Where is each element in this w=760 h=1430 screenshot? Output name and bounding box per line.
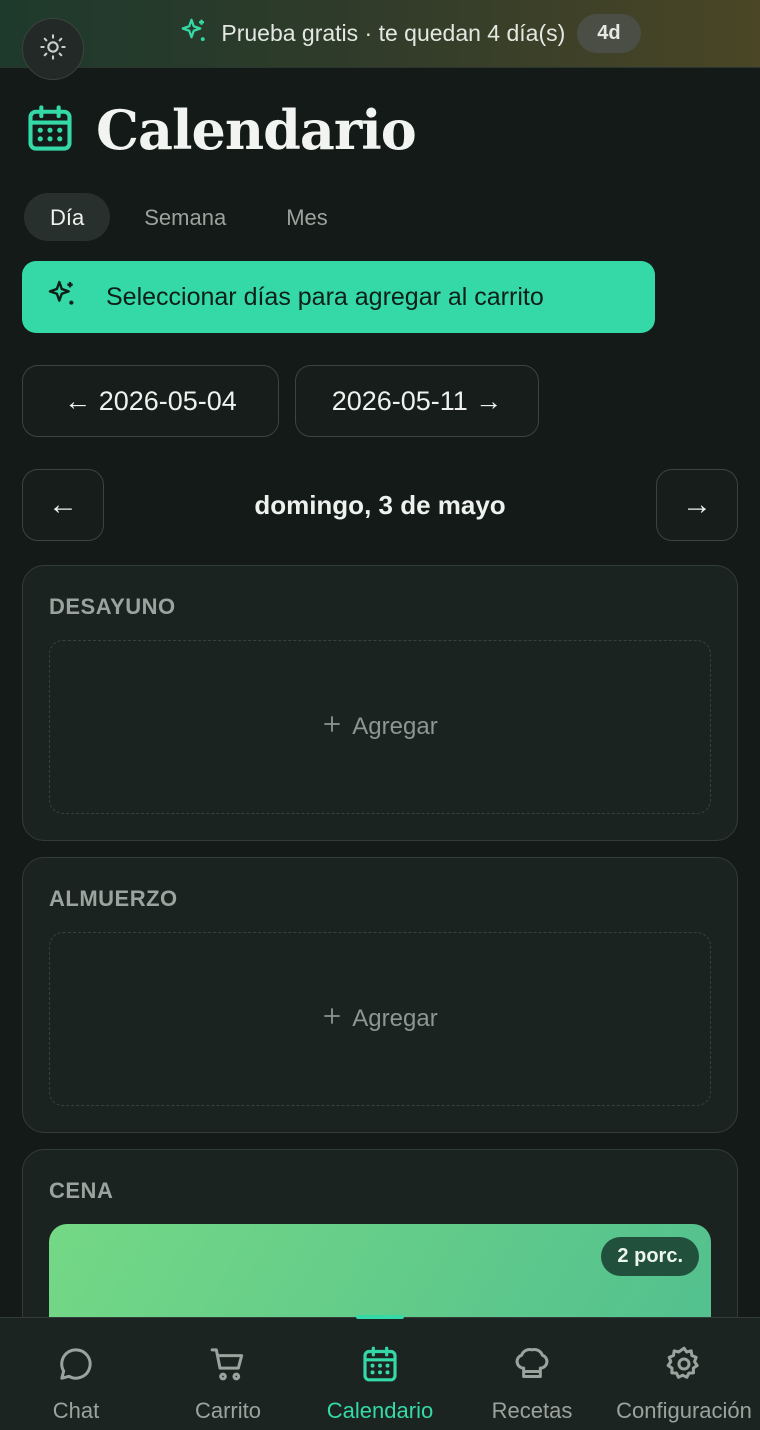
sparkles-icon bbox=[179, 16, 209, 51]
plus-icon bbox=[322, 713, 342, 741]
chat-bubble-icon bbox=[56, 1344, 96, 1390]
bottom-nav: Chat Carrito Calendario Recetas Configur… bbox=[0, 1315, 760, 1430]
add-label: Agregar bbox=[352, 713, 438, 740]
trial-days-badge: 4d bbox=[577, 14, 641, 53]
nav-item-configuracion[interactable]: Configuración bbox=[608, 1318, 760, 1430]
trial-banner: Prueba gratis · te quedan 4 día(s) 4d bbox=[0, 0, 760, 68]
add-meal-button[interactable]: Agregar bbox=[49, 932, 711, 1106]
nav-label: Chat bbox=[52, 1398, 100, 1423]
theme-toggle-button[interactable] bbox=[22, 18, 84, 80]
meal-title: ALMUERZO bbox=[49, 886, 178, 911]
select-days-label: Seleccionar días para agregar al carrito bbox=[106, 282, 544, 311]
calendar-icon bbox=[24, 101, 76, 160]
active-indicator bbox=[356, 1315, 404, 1319]
meal-card-desayuno: DESAYUNO Agregar bbox=[22, 565, 738, 841]
select-days-button[interactable]: Seleccionar días para agregar al carrito bbox=[22, 261, 655, 333]
calendar-icon bbox=[360, 1344, 400, 1390]
nav-item-recetas[interactable]: Recetas bbox=[456, 1318, 608, 1430]
nav-label: Calendario bbox=[326, 1398, 434, 1423]
next-week-button[interactable]: 2026-05-11 → bbox=[295, 365, 539, 437]
nav-label: Carrito bbox=[194, 1398, 261, 1423]
nav-item-chat[interactable]: Chat bbox=[0, 1318, 152, 1430]
nav-label: Recetas bbox=[491, 1398, 573, 1423]
tab-mes[interactable]: Mes bbox=[260, 193, 354, 241]
current-date-label: domingo, 3 de mayo bbox=[254, 489, 506, 520]
add-label: Agregar bbox=[352, 1005, 438, 1032]
nav-label: Configuración bbox=[616, 1398, 752, 1423]
nav-item-carrito[interactable]: Carrito bbox=[152, 1318, 304, 1430]
gear-icon bbox=[664, 1344, 704, 1390]
prev-day-button[interactable]: ← bbox=[22, 469, 104, 541]
tab-dia[interactable]: Día bbox=[24, 193, 111, 241]
meal-title: DESAYUNO bbox=[49, 594, 176, 619]
page-title: Calendario bbox=[96, 98, 417, 162]
meal-title: CENA bbox=[49, 1178, 114, 1203]
plus-icon bbox=[322, 1005, 342, 1033]
tab-semana[interactable]: Semana bbox=[118, 193, 252, 241]
page-header: Calendario bbox=[24, 98, 417, 162]
sun-icon bbox=[39, 33, 67, 66]
cart-icon bbox=[208, 1344, 248, 1390]
prev-week-button[interactable]: ← 2026-05-04 bbox=[22, 365, 279, 437]
add-meal-button[interactable]: Agregar bbox=[49, 640, 711, 814]
portion-badge: 2 porc. bbox=[601, 1237, 699, 1276]
sparkles-icon bbox=[46, 278, 78, 317]
chef-hat-icon bbox=[512, 1344, 552, 1390]
trial-text: Prueba gratis · te quedan 4 día(s) bbox=[221, 20, 566, 46]
next-day-button[interactable]: → bbox=[656, 469, 738, 541]
view-tabs: Día Semana Mes bbox=[24, 193, 354, 241]
meal-card-almuerzo: ALMUERZO Agregar bbox=[22, 857, 738, 1133]
nav-item-calendario[interactable]: Calendario bbox=[304, 1315, 456, 1430]
